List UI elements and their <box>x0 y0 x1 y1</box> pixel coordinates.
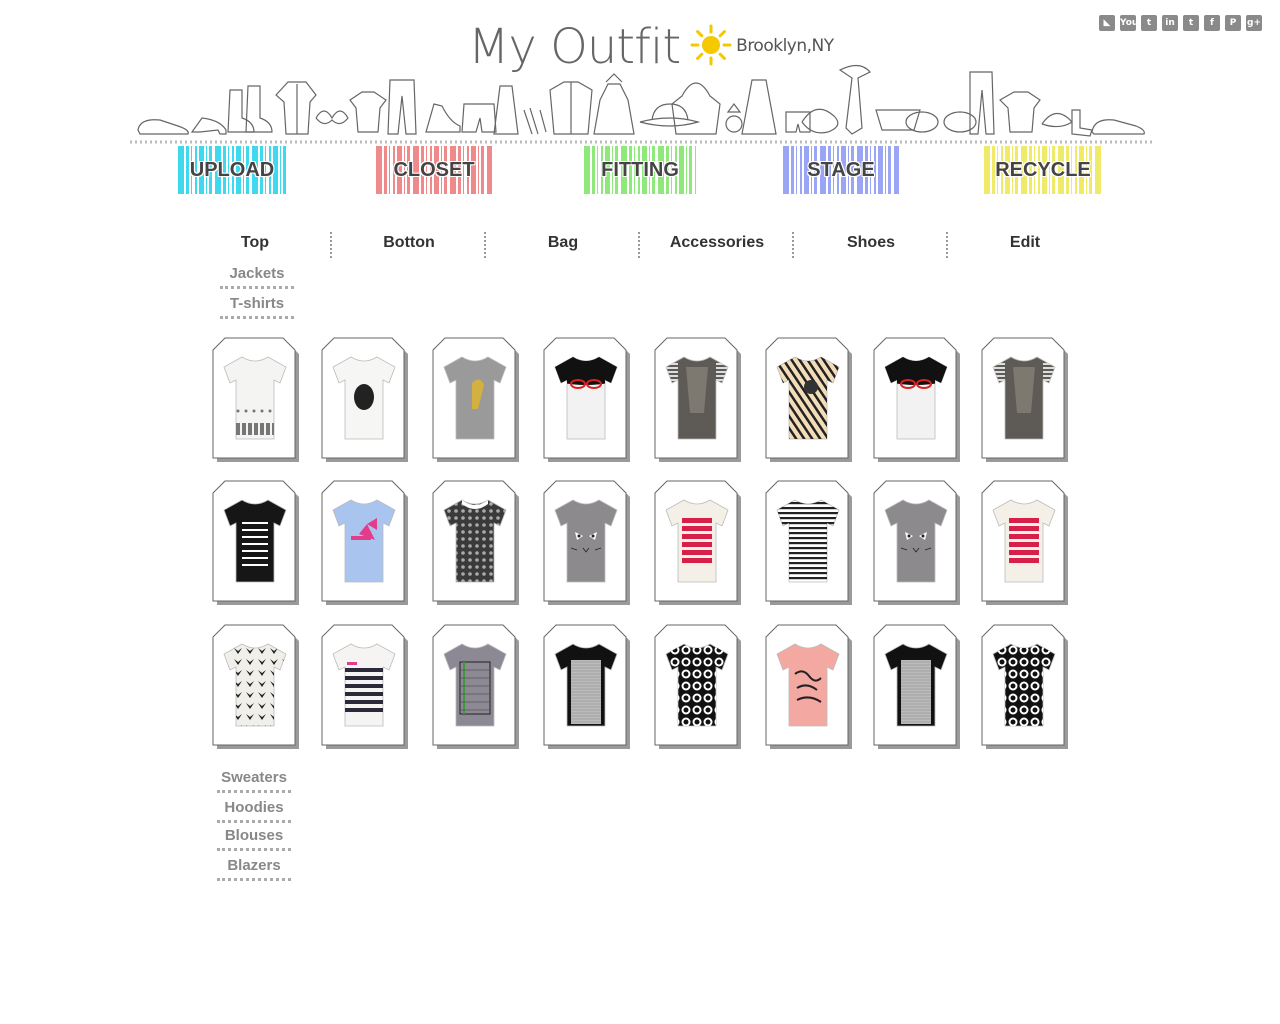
product-tag[interactable] <box>543 624 630 749</box>
tshirt-image <box>443 356 507 440</box>
tshirt-image <box>443 499 507 583</box>
nav-label: UPLOAD <box>189 158 275 181</box>
nav-stage-button[interactable]: STAGE <box>783 146 899 194</box>
product-tag[interactable] <box>765 337 852 462</box>
location-label: Brooklyn,NY <box>736 36 834 56</box>
product-tag[interactable] <box>873 480 960 605</box>
tab-botton[interactable]: Botton <box>332 230 486 258</box>
nav-fitting-button[interactable]: FITTING <box>584 146 696 194</box>
tshirt-image <box>554 499 618 583</box>
tshirt-image <box>992 643 1056 727</box>
product-tag[interactable] <box>873 337 960 462</box>
tshirt-image <box>332 643 396 727</box>
rss-icon[interactable]: ◣ <box>1099 15 1115 31</box>
tshirt-image <box>443 643 507 727</box>
subcat-tshirts[interactable]: T-shirts <box>220 295 294 319</box>
tumblr-icon[interactable]: t <box>1141 15 1157 31</box>
tab-shoes[interactable]: Shoes <box>794 230 948 258</box>
tshirt-image <box>332 356 396 440</box>
nav-label: CLOSET <box>393 158 475 181</box>
product-tag[interactable] <box>543 337 630 462</box>
nav-label: STAGE <box>807 158 875 181</box>
tshirt-image <box>665 499 729 583</box>
tshirt-image <box>332 499 396 583</box>
tab-accessories[interactable]: Accessories <box>640 230 794 258</box>
tab-edit[interactable]: Edit <box>948 230 1102 256</box>
tshirt-image <box>665 356 729 440</box>
product-tag[interactable] <box>654 337 741 462</box>
googleplus-icon[interactable]: g+ <box>1246 15 1262 31</box>
tab-bag[interactable]: Bag <box>486 230 640 258</box>
nav-upload-button[interactable]: UPLOAD <box>178 146 286 194</box>
product-tag[interactable] <box>654 624 741 749</box>
product-tag[interactable] <box>321 480 408 605</box>
nav-label: FITTING <box>601 158 679 181</box>
product-tag[interactable] <box>873 624 960 749</box>
product-tag[interactable] <box>654 480 741 605</box>
product-tag[interactable] <box>212 480 299 605</box>
subcat-blouses[interactable]: Blouses <box>217 827 291 851</box>
product-tag[interactable] <box>543 480 630 605</box>
social-icons: ◣ You t in t f Pg+ <box>1099 15 1262 31</box>
product-tag[interactable] <box>765 480 852 605</box>
tshirt-image <box>884 499 948 583</box>
nav-recycle-button[interactable]: RECYCLE <box>984 146 1102 194</box>
product-tag[interactable] <box>432 480 519 605</box>
tshirt-image <box>223 499 287 583</box>
subcat-blazers[interactable]: Blazers <box>217 857 291 881</box>
tshirt-image <box>776 356 840 440</box>
tshirt-image <box>223 356 287 440</box>
product-tag[interactable] <box>321 624 408 749</box>
category-tabs: Top Botton Bag Accessories Shoes Edit <box>178 230 1103 258</box>
twitter-icon[interactable]: t <box>1183 15 1199 31</box>
facebook-icon[interactable]: f <box>1204 15 1220 31</box>
tshirt-image <box>776 499 840 583</box>
product-tag[interactable] <box>981 337 1068 462</box>
product-tag[interactable] <box>432 337 519 462</box>
pinterest-icon[interactable]: P <box>1225 15 1241 31</box>
tshirt-image <box>223 643 287 727</box>
product-tag[interactable] <box>212 337 299 462</box>
tshirt-image <box>665 643 729 727</box>
product-tag[interactable] <box>432 624 519 749</box>
tshirt-image <box>992 499 1056 583</box>
product-tag[interactable] <box>212 624 299 749</box>
nav-label: RECYCLE <box>995 158 1091 181</box>
tshirt-image <box>884 356 948 440</box>
subcat-jackets[interactable]: Jackets <box>220 265 294 289</box>
tshirt-image <box>554 356 618 440</box>
product-tag[interactable] <box>321 337 408 462</box>
product-tag[interactable] <box>765 624 852 749</box>
subcat-sweaters[interactable]: Sweaters <box>217 769 291 793</box>
tshirt-image <box>992 356 1056 440</box>
subcat-hoodies[interactable]: Hoodies <box>217 799 291 823</box>
linkedin-icon[interactable]: in <box>1162 15 1178 31</box>
tab-top[interactable]: Top <box>178 230 332 258</box>
product-tag[interactable] <box>981 480 1068 605</box>
tshirt-image <box>554 643 618 727</box>
youtube-icon[interactable]: You <box>1120 15 1138 31</box>
main-nav: UPLOAD CLOSET FITTING STAGE RECYCLE <box>0 146 1280 196</box>
nav-closet-button[interactable]: CLOSET <box>376 146 492 194</box>
clothing-line-illustration <box>130 64 1155 144</box>
product-tag[interactable] <box>981 624 1068 749</box>
tshirt-image <box>776 643 840 727</box>
tshirt-image <box>884 643 948 727</box>
